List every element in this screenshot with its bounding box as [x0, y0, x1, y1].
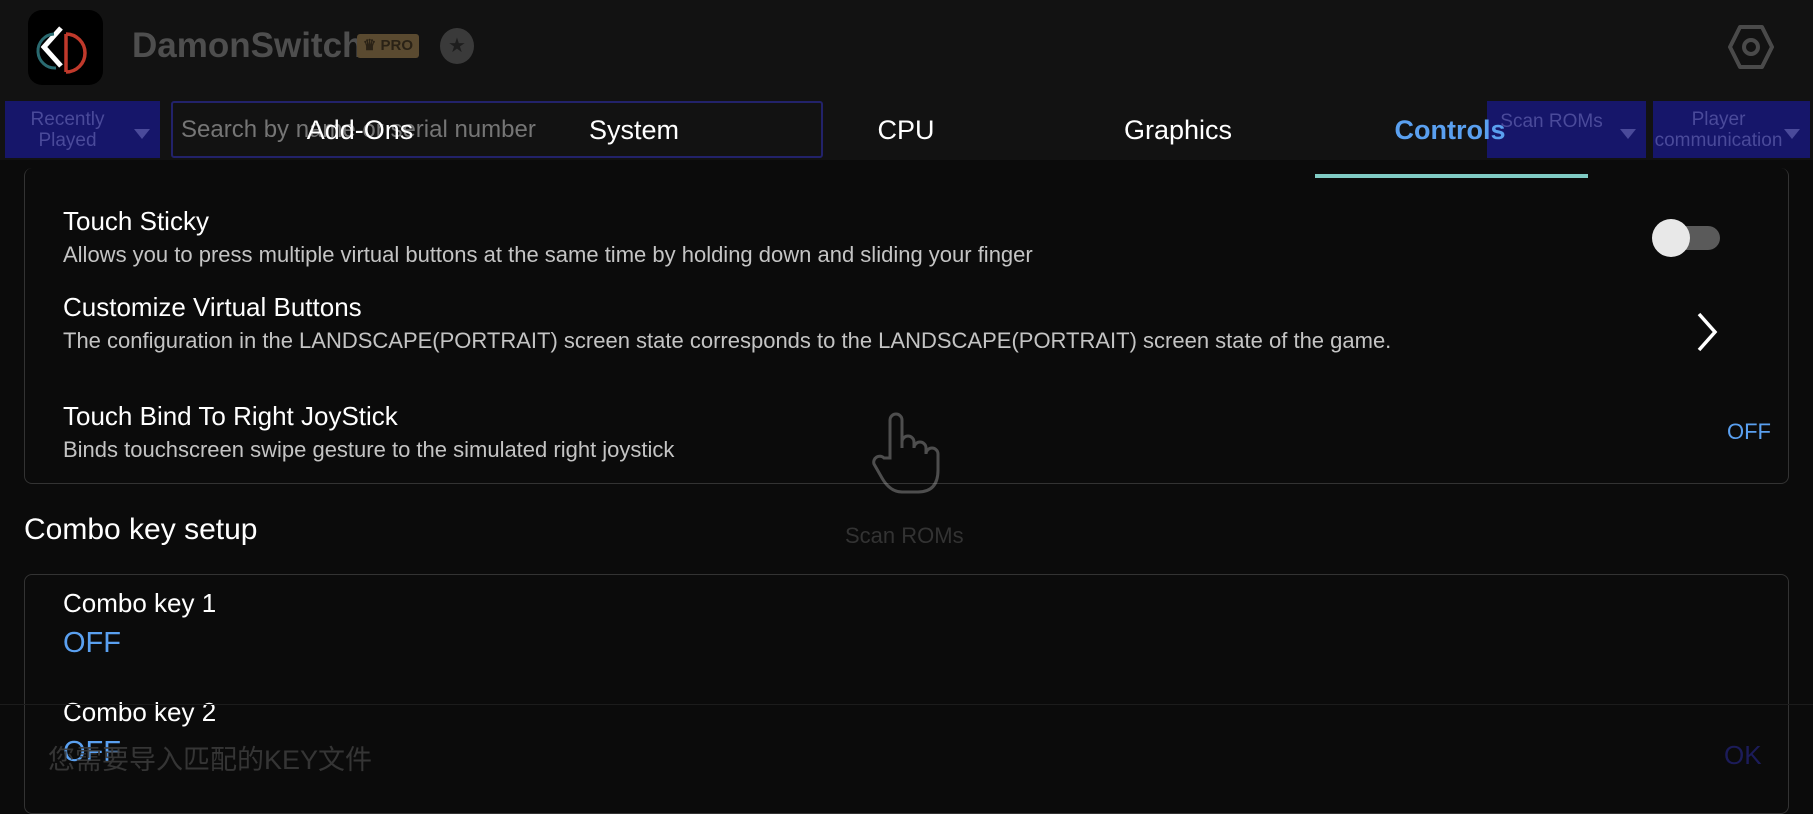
pro-label: PRO [380, 37, 414, 54]
tab-cpu[interactable]: CPU [877, 115, 934, 146]
search-input[interactable] [171, 101, 823, 158]
customize-virtual-buttons-title[interactable]: Customize Virtual Buttons [63, 292, 362, 323]
customize-virtual-buttons-desc: The configuration in the LANDSCAPE(PORTR… [63, 328, 1392, 353]
touch-bind-desc: Binds touchscreen swipe gesture to the s… [63, 437, 675, 462]
player-communication-dropdown[interactable]: Player communication [1653, 101, 1810, 158]
touch-sticky-title: Touch Sticky [63, 206, 209, 236]
hand-pointer-icon [868, 408, 942, 501]
pro-badge: ♛ PRO [357, 34, 419, 58]
scan-roms-dropdown[interactable]: Scan ROMs [1487, 101, 1646, 158]
medal-icon[interactable]: ★ [440, 28, 474, 64]
recently-played-dropdown[interactable]: Recently Played [5, 101, 160, 158]
scan-roms-empty-label: Scan ROMs [845, 523, 964, 548]
combo-key-1-title[interactable]: Combo key 1 [63, 588, 216, 619]
app-title: DamonSwitch [132, 26, 364, 65]
chevron-right-icon[interactable] [1694, 310, 1720, 359]
dialog-message: 您需要导入匹配的KEY文件 [48, 745, 373, 775]
chevron-down-icon [1784, 129, 1800, 139]
touch-bind-value[interactable]: OFF [1727, 419, 1771, 445]
tab-controls[interactable]: Controls [1395, 115, 1506, 146]
combo-key-2-title[interactable]: Combo key 2 [63, 697, 216, 728]
scan-roms-label: Scan ROMs [1500, 111, 1603, 132]
chevron-down-icon [134, 129, 150, 139]
combo-section-title: Combo key setup [24, 513, 258, 546]
touch-bind-title: Touch Bind To Right JoyStick [63, 401, 398, 431]
combo-key-1-value[interactable]: OFF [63, 627, 121, 660]
touch-sticky-desc: Allows you to press multiple virtual but… [63, 242, 1033, 267]
combo-key-card [24, 574, 1789, 814]
tab-add-ons[interactable]: Add-Ons [307, 115, 414, 146]
tab-system[interactable]: System [589, 115, 679, 146]
crown-icon: ♛ [362, 37, 377, 54]
touch-sticky-toggle[interactable] [1652, 219, 1720, 257]
tab-graphics[interactable]: Graphics [1124, 115, 1232, 146]
chevron-down-icon [1620, 129, 1636, 139]
settings-gear-icon[interactable] [1728, 24, 1774, 75]
player-communication-label: Player communication [1654, 109, 1783, 151]
recently-played-label: Recently Played [30, 109, 105, 151]
dialog-divider [0, 704, 1813, 705]
dialog-ok-button[interactable]: OK [1724, 740, 1762, 771]
damonswitch-logo [28, 10, 103, 85]
